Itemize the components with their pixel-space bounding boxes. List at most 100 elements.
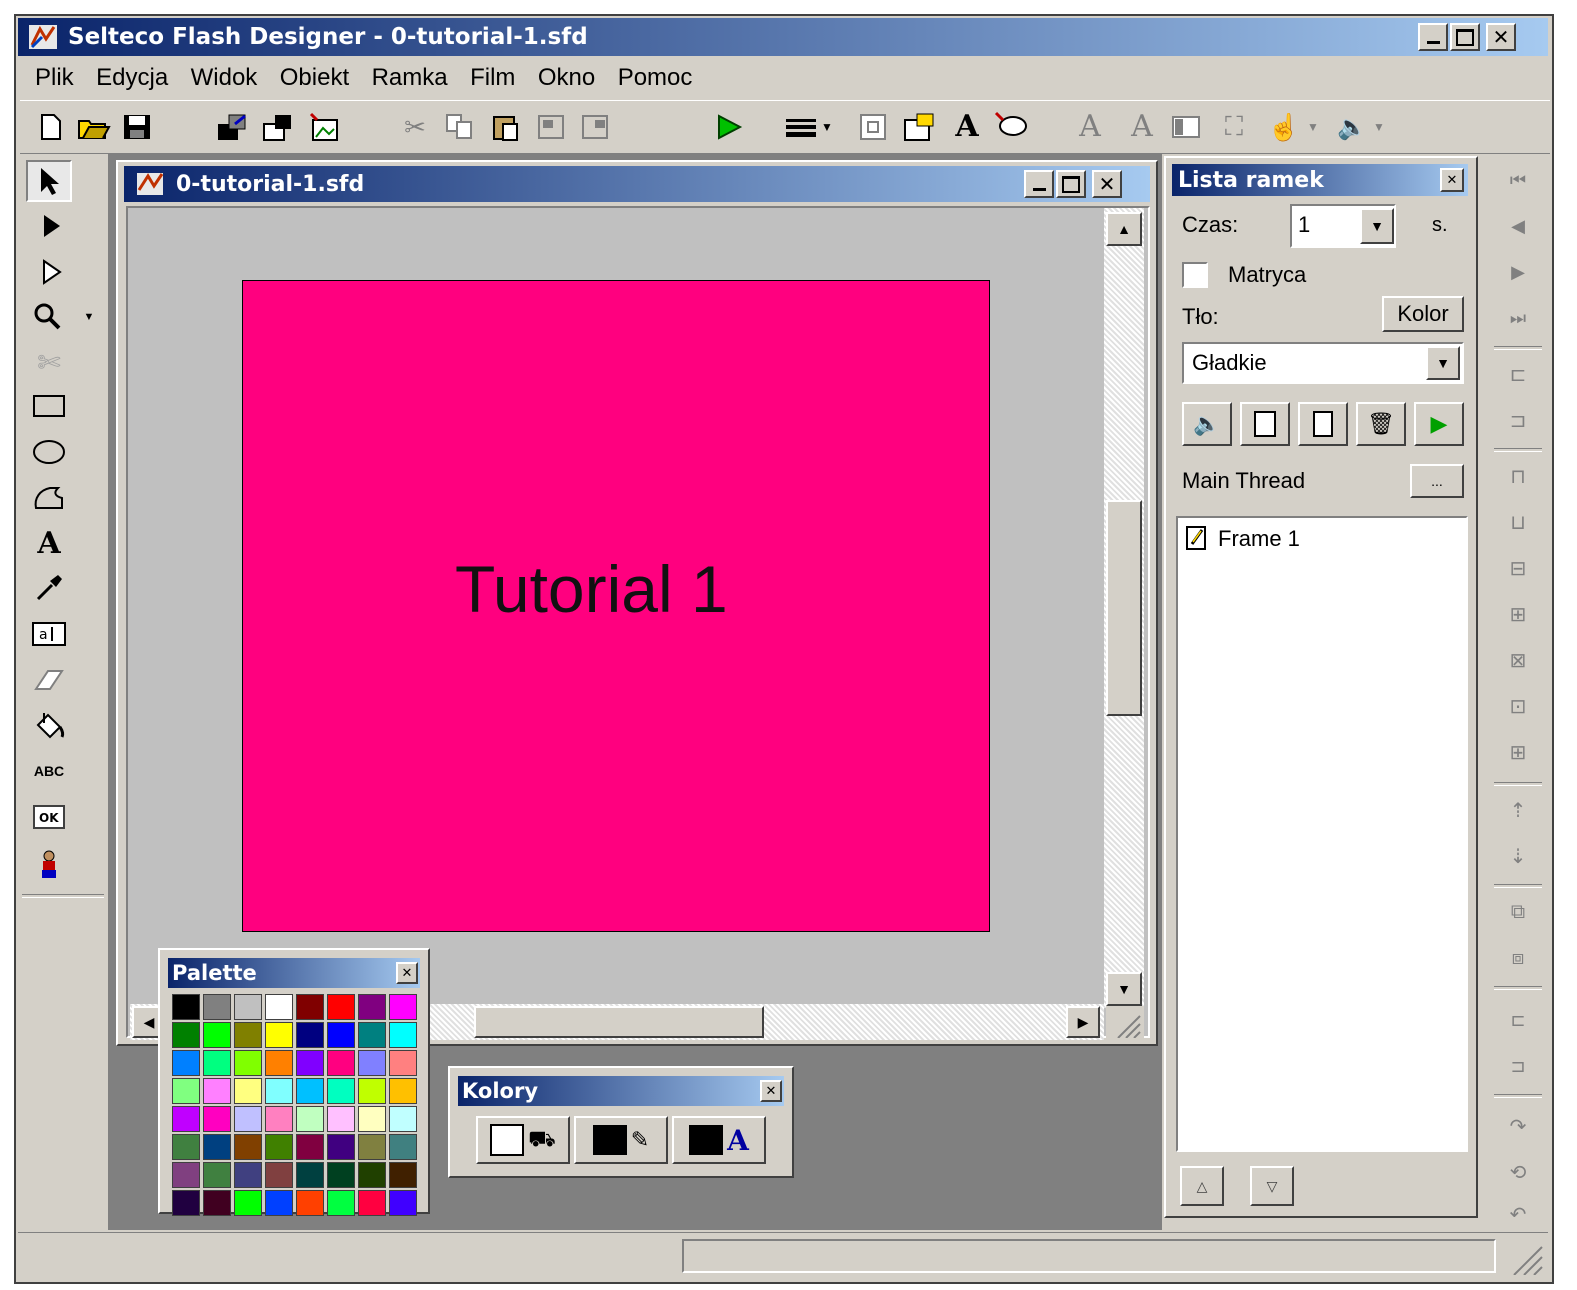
point-arrow-icon[interactable]: [34, 254, 68, 290]
frames-close-button[interactable]: ✕: [1440, 168, 1464, 192]
scroll-down-button[interactable]: ▼: [1106, 972, 1142, 1006]
palette-swatch[interactable]: [327, 1050, 355, 1076]
menu-film[interactable]: Film: [461, 58, 524, 98]
palette-swatch[interactable]: [265, 1106, 293, 1132]
palette-swatch[interactable]: [203, 1106, 231, 1132]
stage[interactable]: Tutorial 1: [242, 280, 990, 932]
palette-swatch[interactable]: [265, 994, 293, 1020]
document-title-bar[interactable]: 0-tutorial-1.sfd ✕: [124, 166, 1150, 202]
frame-script-button[interactable]: [1240, 402, 1290, 446]
palette-swatch[interactable]: [327, 1162, 355, 1188]
palette-swatch[interactable]: [172, 1190, 200, 1216]
frame-move-up-button[interactable]: △: [1180, 1166, 1224, 1206]
palette-swatch[interactable]: [203, 994, 231, 1020]
palette-swatch[interactable]: [234, 994, 262, 1020]
doc-maximize-button[interactable]: [1056, 170, 1086, 198]
ellipse-icon[interactable]: [30, 434, 68, 470]
palette-swatch[interactable]: [203, 1078, 231, 1104]
copy-icon[interactable]: [444, 111, 476, 143]
palette-swatch[interactable]: [389, 1134, 417, 1160]
minimize-button[interactable]: [1418, 23, 1448, 51]
palette-swatch[interactable]: [358, 1078, 386, 1104]
line-color-button[interactable]: ✎: [574, 1116, 668, 1164]
palette-swatch[interactable]: [296, 1190, 324, 1216]
text-tool-icon[interactable]: A: [950, 109, 984, 144]
palette-swatch[interactable]: [327, 994, 355, 1020]
palette-swatch[interactable]: [389, 1078, 417, 1104]
palette-swatch[interactable]: [358, 1134, 386, 1160]
frame-sound-button[interactable]: 🔈: [1182, 402, 1232, 446]
palette-swatch[interactable]: [389, 1050, 417, 1076]
polygon-icon[interactable]: [30, 480, 68, 516]
text-icon[interactable]: A: [30, 524, 68, 562]
palette-swatch[interactable]: [389, 994, 417, 1020]
palette-swatch[interactable]: [203, 1190, 231, 1216]
palette-swatch[interactable]: [296, 994, 324, 1020]
thread-button[interactable]: ...: [1410, 464, 1464, 498]
hand-icon[interactable]: ☝: [1266, 111, 1302, 143]
vertical-scrollbar[interactable]: ▲ ▼: [1104, 208, 1144, 1008]
line-width-dropdown-icon[interactable]: ▼: [820, 111, 834, 143]
line-width-icon[interactable]: [782, 111, 820, 143]
open-folder-icon[interactable]: [76, 111, 112, 143]
palette-swatch[interactable]: [358, 1050, 386, 1076]
zoom-dropdown-icon[interactable]: ▼: [82, 304, 96, 330]
palette-swatch[interactable]: [296, 1134, 324, 1160]
horizontal-scroll-thumb[interactable]: [474, 1006, 764, 1038]
close-button[interactable]: ✕: [1486, 23, 1516, 51]
palette-swatch[interactable]: [265, 1050, 293, 1076]
save-icon[interactable]: [120, 111, 154, 143]
rectangle-icon[interactable]: [30, 388, 68, 424]
palette-swatch[interactable]: [172, 1050, 200, 1076]
colors-title-bar[interactable]: Kolory ✕: [458, 1076, 784, 1106]
palette-swatch[interactable]: [327, 1190, 355, 1216]
next-frame-icon[interactable]: ▶: [1498, 254, 1538, 290]
clone-icon[interactable]: [580, 111, 612, 143]
paste-icon[interactable]: [490, 111, 522, 143]
palette-swatch[interactable]: [172, 1162, 200, 1188]
text-color-button[interactable]: A: [672, 1116, 766, 1164]
import-icon[interactable]: [260, 111, 296, 143]
list-item[interactable]: Frame 1: [1184, 524, 1454, 556]
doc-minimize-button[interactable]: [1024, 170, 1054, 198]
palette-swatch[interactable]: [389, 1190, 417, 1216]
palette-swatch[interactable]: [234, 1162, 262, 1188]
expand-icon[interactable]: ⊐: [1498, 1048, 1538, 1084]
palette-swatch[interactable]: [327, 1134, 355, 1160]
stage-text[interactable]: Tutorial 1: [455, 551, 728, 627]
menu-widok[interactable]: Widok: [182, 58, 267, 98]
menu-obiekt[interactable]: Obiekt: [271, 58, 358, 98]
palette-swatch[interactable]: [358, 1162, 386, 1188]
font-bigger-icon[interactable]: A: [1072, 109, 1108, 144]
menu-edycja[interactable]: Edycja: [87, 58, 177, 98]
fill-dropdown-button[interactable]: ▼: [1426, 346, 1460, 380]
palette-swatch[interactable]: [203, 1162, 231, 1188]
zoom-icon[interactable]: [30, 298, 64, 334]
scroll-right-button[interactable]: ▶: [1066, 1006, 1100, 1038]
rotate-right-icon[interactable]: ↷: [1498, 1108, 1538, 1144]
palette-swatch[interactable]: [358, 1190, 386, 1216]
align-left-icon[interactable]: ⊏: [1498, 356, 1538, 392]
shrink-icon[interactable]: ⊏: [1498, 1002, 1538, 1038]
frame-new-button[interactable]: [1298, 402, 1348, 446]
time-dropdown-button[interactable]: ▼: [1360, 208, 1394, 244]
palette-swatch[interactable]: [265, 1022, 293, 1048]
doc-close-button[interactable]: ✕: [1092, 170, 1122, 198]
scroll-up-button[interactable]: ▲: [1106, 212, 1142, 246]
palette-swatch[interactable]: [358, 1106, 386, 1132]
palette-swatch[interactable]: [265, 1190, 293, 1216]
ungroup-icon[interactable]: ⧈: [1498, 940, 1538, 976]
palette-swatch[interactable]: [296, 1106, 324, 1132]
rotate-left-icon[interactable]: ↶: [1498, 1196, 1538, 1232]
last-frame-icon[interactable]: ⏭: [1498, 300, 1538, 336]
document-resize-grip[interactable]: [1106, 1006, 1144, 1039]
menu-ramka[interactable]: Ramka: [363, 58, 457, 98]
align-top-icon[interactable]: ⊓: [1498, 458, 1538, 494]
time-select[interactable]: 1 ▼: [1290, 204, 1396, 248]
send-backward-icon[interactable]: ⇣: [1498, 838, 1538, 874]
maximize-button[interactable]: [1450, 23, 1480, 51]
window-resize-grip[interactable]: [1504, 1239, 1544, 1276]
frame-play-button[interactable]: ▶: [1414, 402, 1464, 446]
prev-frame-icon[interactable]: ◀: [1498, 208, 1538, 244]
play-icon[interactable]: [712, 111, 746, 143]
